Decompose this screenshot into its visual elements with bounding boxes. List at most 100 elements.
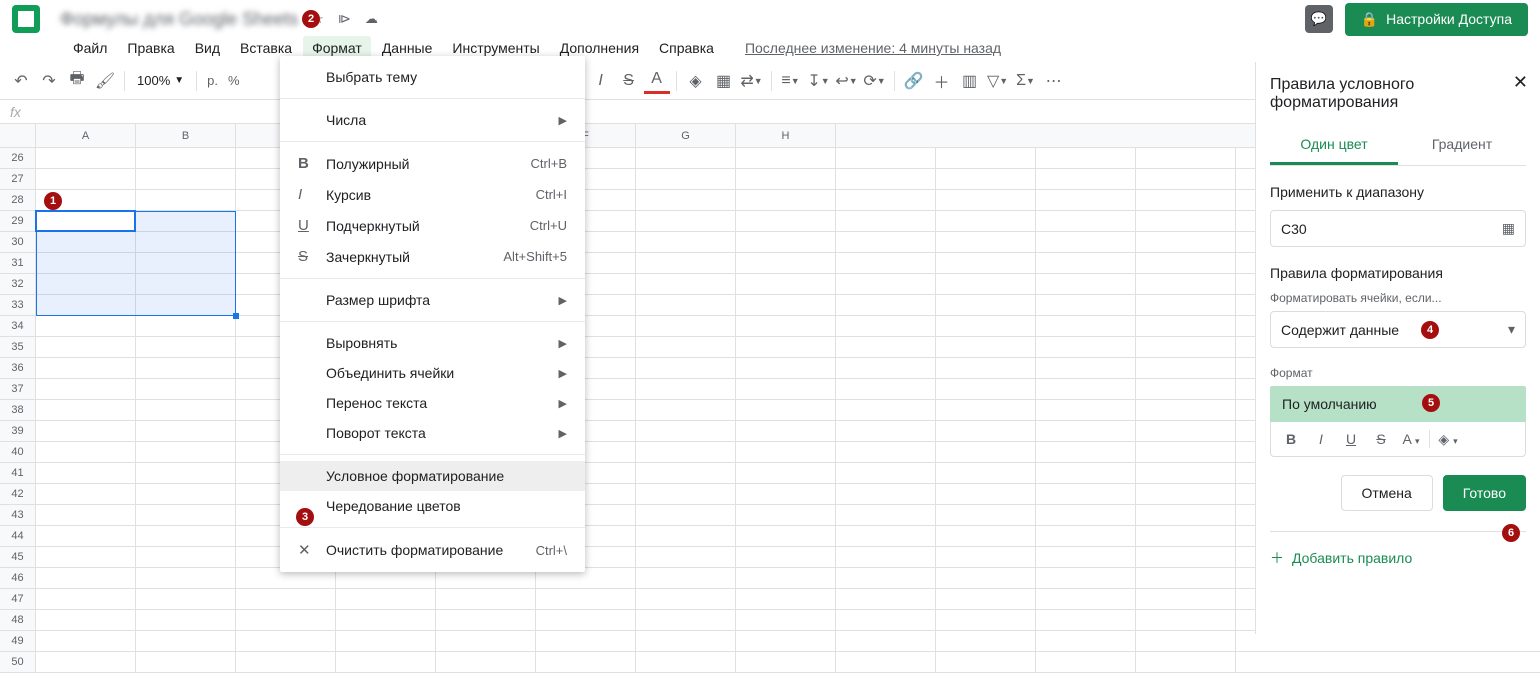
cell[interactable] <box>136 400 236 420</box>
cell[interactable] <box>1136 610 1236 630</box>
merge-cells-icon[interactable]: ⇄ ▼ <box>739 68 765 94</box>
cell[interactable] <box>1036 169 1136 189</box>
cell[interactable] <box>1036 505 1136 525</box>
zoom-select[interactable]: 100% ▼ <box>131 73 190 88</box>
menu-item[interactable]: Поворот текста▶ <box>280 418 585 448</box>
more-icon[interactable]: ⋯ <box>1041 68 1067 94</box>
cell[interactable] <box>736 295 836 315</box>
horizontal-align-icon[interactable]: ≡ ▼ <box>778 68 804 94</box>
cell[interactable] <box>1136 463 1236 483</box>
cell[interactable] <box>836 211 936 231</box>
cell[interactable] <box>36 421 136 441</box>
cell[interactable] <box>1036 400 1136 420</box>
cell[interactable] <box>736 169 836 189</box>
menu-item[interactable]: Выбрать тему <box>280 62 585 92</box>
row-header[interactable]: 26 <box>0 148 35 169</box>
text-rotate-icon[interactable]: ⟳ ▼ <box>862 68 888 94</box>
select-all-cell[interactable] <box>0 124 36 147</box>
cell[interactable] <box>836 358 936 378</box>
tab-single-color[interactable]: Один цвет <box>1270 126 1398 165</box>
cell[interactable] <box>136 190 236 210</box>
bold-icon[interactable]: B <box>1279 431 1303 447</box>
cell[interactable] <box>736 526 836 546</box>
cell[interactable] <box>636 589 736 609</box>
cell[interactable] <box>136 568 236 588</box>
cell[interactable] <box>736 484 836 504</box>
menu-item[interactable]: Условное форматирование <box>280 461 585 491</box>
cell[interactable] <box>1136 400 1236 420</box>
cell[interactable] <box>1136 337 1236 357</box>
cell[interactable] <box>936 274 1036 294</box>
cell[interactable] <box>1136 358 1236 378</box>
cell[interactable] <box>736 316 836 336</box>
row-header[interactable]: 29 <box>0 211 35 232</box>
row-header[interactable]: 48 <box>0 610 35 631</box>
cell[interactable] <box>936 568 1036 588</box>
cell[interactable] <box>836 337 936 357</box>
cell[interactable] <box>36 232 136 252</box>
undo-icon[interactable]: ↶ <box>8 68 34 94</box>
cell[interactable] <box>1136 505 1236 525</box>
cell[interactable] <box>736 421 836 441</box>
text-color-icon[interactable]: A <box>644 68 670 94</box>
cell[interactable] <box>136 442 236 462</box>
menu-item[interactable]: Перенос текста▶ <box>280 388 585 418</box>
cell[interactable] <box>1036 148 1136 168</box>
cell[interactable] <box>36 652 136 672</box>
cell[interactable] <box>936 358 1036 378</box>
cell[interactable] <box>936 379 1036 399</box>
cell[interactable] <box>436 589 536 609</box>
cell[interactable] <box>36 253 136 273</box>
cell[interactable] <box>1036 358 1136 378</box>
link-icon[interactable]: 🔗 <box>901 68 927 94</box>
underline-icon[interactable]: U <box>1339 431 1363 447</box>
cell[interactable] <box>636 631 736 651</box>
cell[interactable] <box>136 484 236 504</box>
format-preview[interactable]: По умолчанию 5 <box>1270 386 1526 422</box>
cell[interactable] <box>1036 337 1136 357</box>
cell[interactable] <box>1136 568 1236 588</box>
cell[interactable] <box>936 190 1036 210</box>
selection-handle[interactable] <box>233 313 239 319</box>
row-header[interactable]: 38 <box>0 400 35 421</box>
cancel-button[interactable]: Отмена <box>1341 475 1433 511</box>
cell[interactable] <box>1136 652 1236 672</box>
cell[interactable] <box>836 589 936 609</box>
cell[interactable] <box>836 526 936 546</box>
cell[interactable] <box>836 484 936 504</box>
cell[interactable] <box>136 295 236 315</box>
cell[interactable] <box>736 463 836 483</box>
cell[interactable] <box>836 442 936 462</box>
cell[interactable] <box>236 610 336 630</box>
paint-format-icon[interactable]: 🖌 <box>92 68 118 94</box>
condition-select[interactable]: Содержит данные ▾ 4 <box>1270 311 1526 348</box>
cell[interactable] <box>636 232 736 252</box>
menu-edit[interactable]: Правка <box>118 36 183 60</box>
cell[interactable] <box>1136 232 1236 252</box>
cell[interactable] <box>736 274 836 294</box>
cell[interactable] <box>936 148 1036 168</box>
cell[interactable] <box>536 589 636 609</box>
cell[interactable] <box>736 547 836 567</box>
cell[interactable] <box>936 463 1036 483</box>
cell[interactable] <box>936 547 1036 567</box>
cell[interactable] <box>1036 211 1136 231</box>
cell[interactable] <box>636 568 736 588</box>
cell[interactable] <box>136 232 236 252</box>
cell[interactable] <box>436 652 536 672</box>
cloud-status-icon[interactable]: ☁ <box>365 11 378 27</box>
cell[interactable] <box>636 547 736 567</box>
cell[interactable] <box>836 148 936 168</box>
cell[interactable] <box>36 463 136 483</box>
cell[interactable] <box>836 274 936 294</box>
cell[interactable] <box>636 484 736 504</box>
cell[interactable] <box>936 526 1036 546</box>
cell[interactable] <box>1136 253 1236 273</box>
cell[interactable] <box>136 631 236 651</box>
cell[interactable] <box>636 442 736 462</box>
cell[interactable] <box>1036 379 1136 399</box>
cell[interactable] <box>636 295 736 315</box>
cell[interactable] <box>736 568 836 588</box>
cell[interactable] <box>1136 274 1236 294</box>
cell[interactable] <box>836 295 936 315</box>
